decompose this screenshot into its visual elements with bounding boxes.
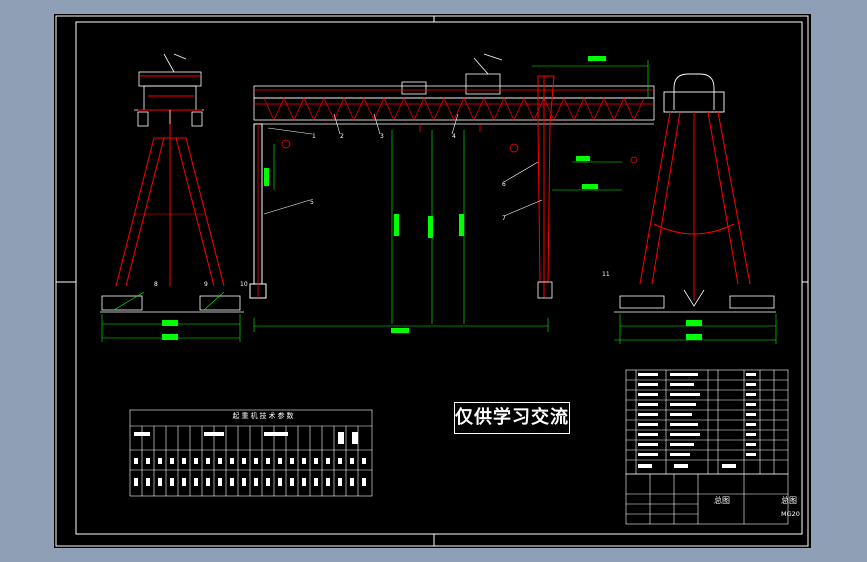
right-side-view [614, 73, 777, 344]
front-view [249, 53, 655, 333]
drawing-code: MG20 [781, 510, 800, 518]
drawing-name: 总图 [714, 496, 730, 505]
parts-list-cells [638, 373, 756, 468]
watermark-text: 仅供学习交流 [454, 402, 570, 434]
gantry-crane-drawing [55, 15, 809, 547]
cad-viewport[interactable]: 仅供学习交流 起重机技术参数 总图 总图 MG20 1 2 3 4 5 6 7 8 9 10 11 [54, 14, 811, 548]
parameters-table [129, 409, 373, 497]
inner-frame [75, 21, 803, 535]
title-block [625, 473, 789, 525]
parameters-table-title: 起重机技术参数 [232, 412, 296, 420]
drawing-title: 总图 [781, 496, 797, 505]
left-side-view [100, 53, 244, 342]
